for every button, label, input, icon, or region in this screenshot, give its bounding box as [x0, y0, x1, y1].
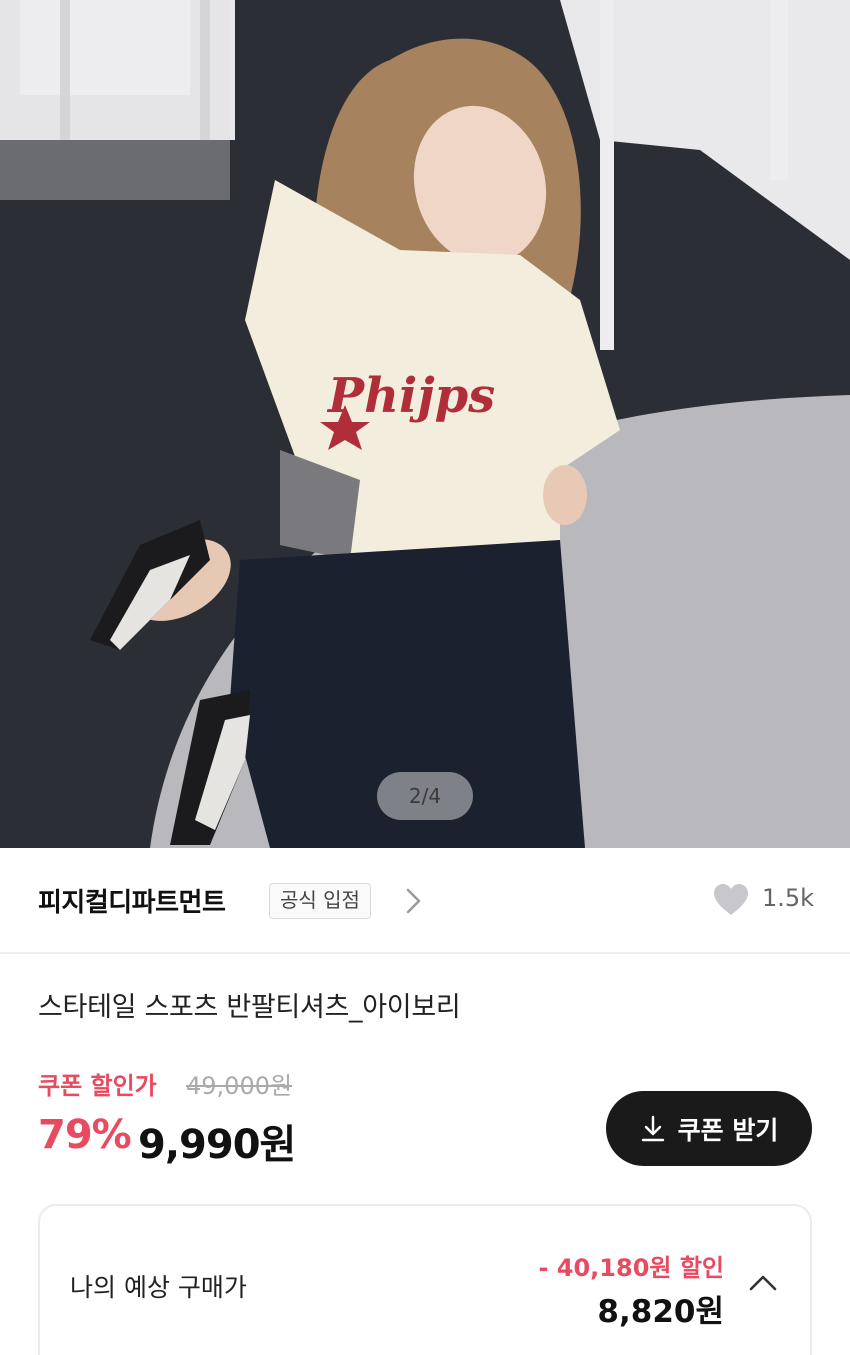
heart-icon[interactable]	[712, 883, 750, 917]
seller-name[interactable]: 피지컬디파트먼트	[38, 882, 226, 919]
product-image[interactable]: Phijps 2/4	[0, 0, 850, 848]
expected-price: 8,820원	[597, 1294, 724, 1330]
expected-discount: - 40,180원 할인	[538, 1254, 724, 1282]
seller-row[interactable]: 피지컬디파트먼트 공식 입점 1.5k	[0, 848, 850, 954]
expected-price-label: 나의 예상 구매가	[70, 1273, 247, 1302]
chevron-up-icon[interactable]	[746, 1270, 780, 1296]
coupon-price-label: 쿠폰 할인가	[38, 1072, 157, 1100]
image-counter: 2/4	[377, 772, 473, 820]
product-photo: Phijps	[0, 0, 850, 848]
like-count: 1.5k	[762, 884, 815, 912]
chevron-right-icon[interactable]	[398, 884, 428, 918]
sale-price: 9,990원	[138, 1122, 296, 1168]
original-price: 49,000원	[186, 1072, 293, 1100]
get-coupon-button[interactable]: 쿠폰 받기	[606, 1091, 812, 1166]
download-icon	[641, 1115, 664, 1141]
svg-text:Phijps: Phijps	[326, 368, 495, 424]
official-badge: 공식 입점	[269, 883, 371, 919]
discount-rate: 79%	[38, 1112, 132, 1158]
expected-price-card[interactable]: 나의 예상 구매가 - 40,180원 할인 8,820원	[38, 1204, 812, 1355]
get-coupon-label: 쿠폰 받기	[677, 1115, 779, 1145]
product-title: 스타테일 스포츠 반팔티셔츠_아이보리	[38, 992, 461, 1023]
